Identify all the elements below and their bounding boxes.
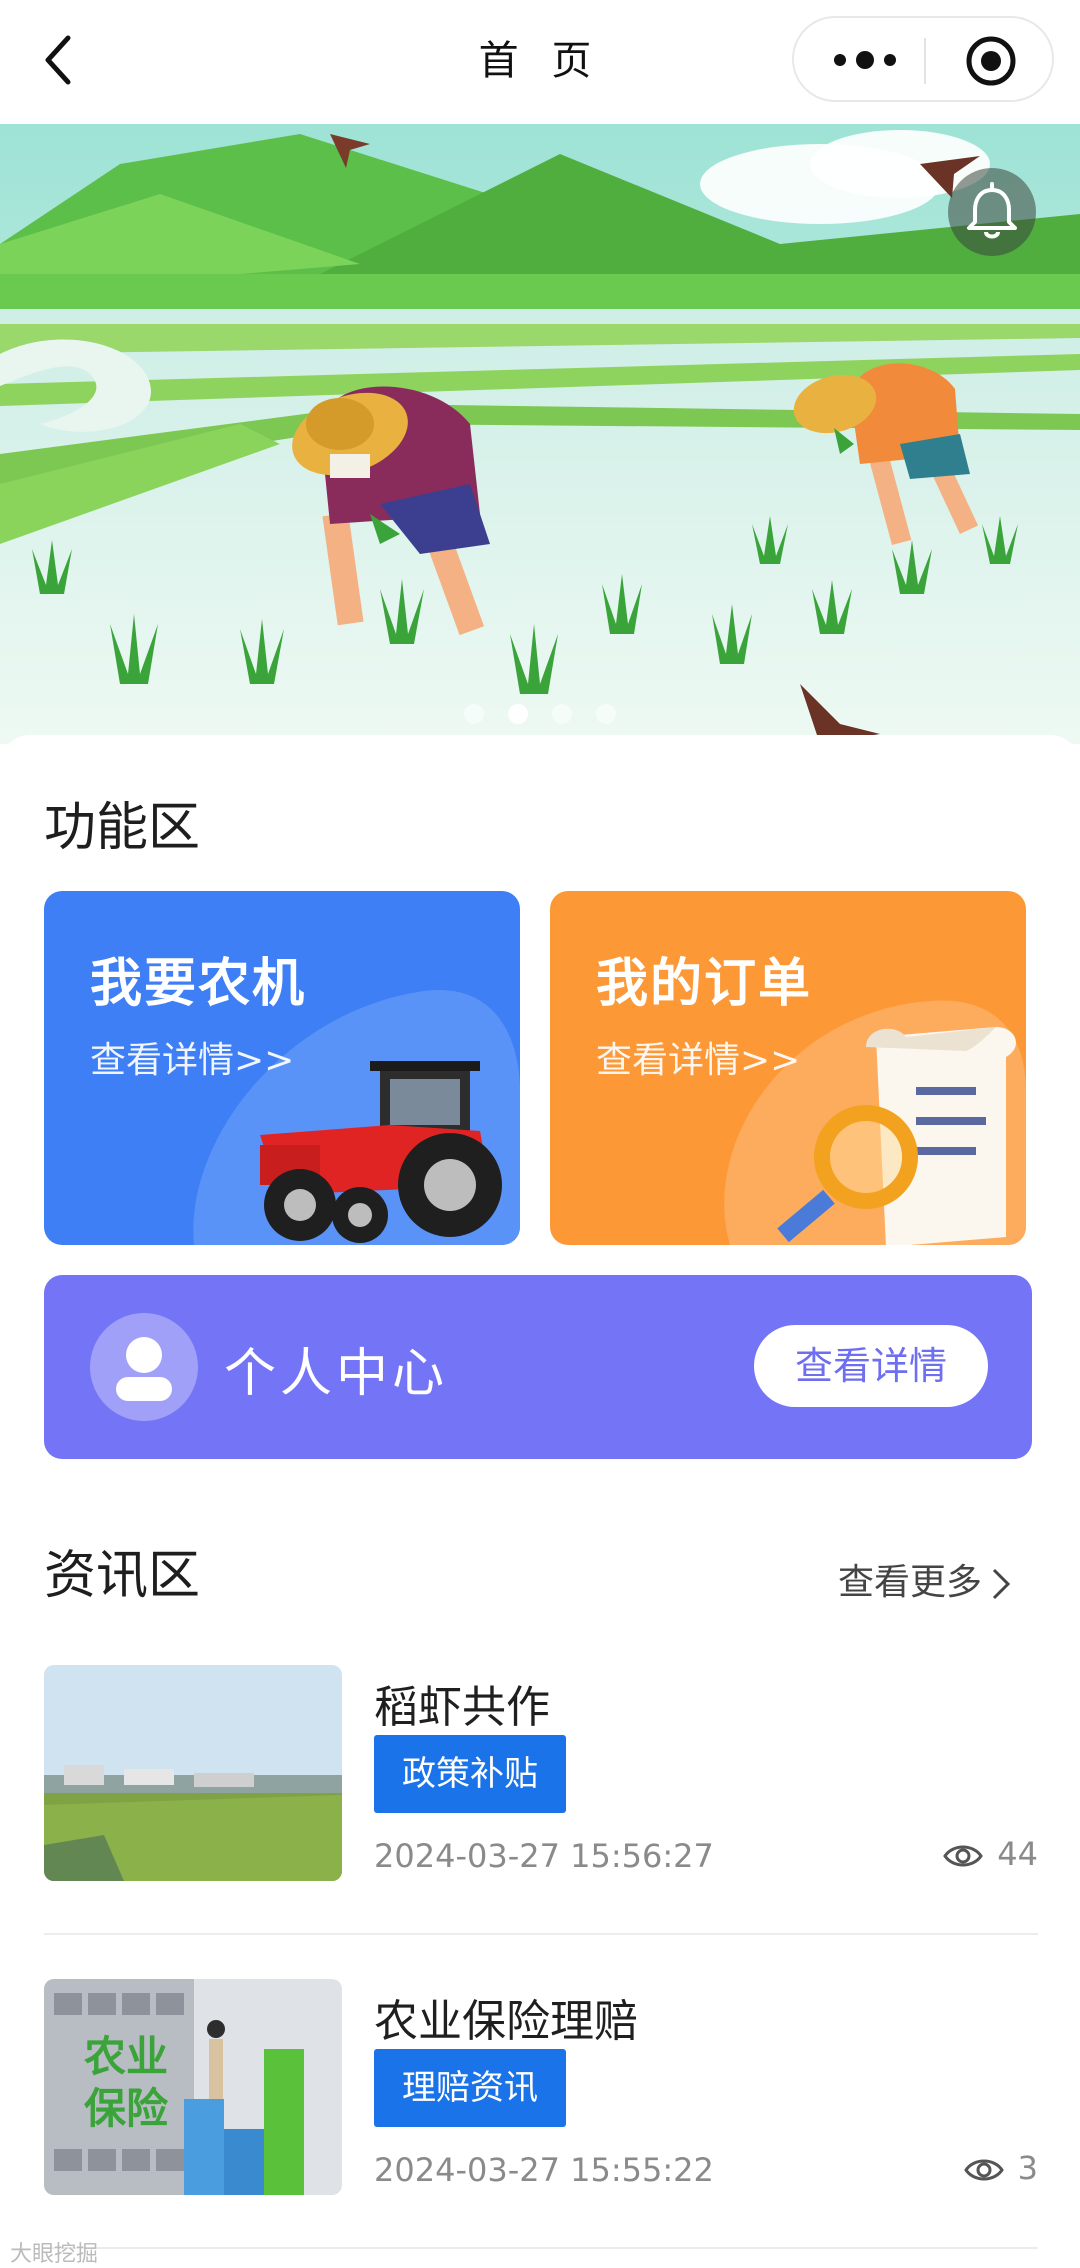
target-icon[interactable]	[964, 34, 1018, 88]
personal-center-card[interactable]: 个人中心 查看详情	[44, 1275, 1032, 1459]
carousel-dot-active[interactable]	[508, 704, 528, 724]
news-thumbnail	[44, 1665, 342, 1881]
personal-center-title: 个人中心	[224, 1344, 449, 1404]
eye-icon	[943, 1845, 984, 1867]
news-tag[interactable]: 理赔资讯	[374, 2049, 566, 2127]
watermark: 大眼挖掘	[10, 2242, 99, 2267]
order-scroll-icon	[777, 1027, 1017, 1245]
carousel-dot[interactable]	[552, 704, 572, 724]
view-details-button[interactable]: 查看详情	[754, 1325, 988, 1407]
capsule-divider	[924, 38, 926, 84]
news-tag[interactable]: 政策补贴	[374, 1735, 566, 1813]
view-more-label: 查看更多	[838, 1562, 983, 1603]
eye-icon	[963, 2159, 1004, 2181]
tractor-icon	[260, 1061, 502, 1243]
news-title: 农业保险理赔	[374, 1996, 638, 2047]
notification-button[interactable]	[948, 168, 1036, 256]
news-timestamp: 2024-03-27 15:56:27	[374, 1837, 714, 1875]
divider	[44, 2247, 1038, 2249]
view-count-value: 44	[997, 1835, 1038, 1873]
function-section-title: 功能区	[44, 798, 201, 858]
carousel-dot[interactable]	[596, 704, 616, 724]
more-dots-icon[interactable]	[830, 42, 900, 78]
news-thumbnail: 农业 保险	[44, 1979, 342, 2195]
news-timestamp: 2024-03-27 15:55:22	[374, 2151, 714, 2189]
navigation-bar: 首 页	[0, 0, 1080, 124]
carousel-dot[interactable]	[464, 704, 484, 724]
divider	[44, 1933, 1038, 1935]
mini-program-capsule	[792, 16, 1054, 102]
orders-card-title: 我的订单	[596, 954, 813, 1014]
news-section-title: 资讯区	[44, 1546, 201, 1606]
view-count-value: 3	[1017, 2149, 1038, 2187]
thumb-text-line2: 保险	[84, 2084, 169, 2133]
orders-card[interactable]: 我的订单 查看详情>>	[550, 891, 1026, 1245]
machinery-card-title: 我要农机	[90, 954, 307, 1014]
news-title: 稻虾共作	[374, 1682, 550, 1733]
chevron-right-icon	[992, 1568, 1011, 1600]
view-more-link[interactable]: 查看更多	[838, 1553, 1012, 1605]
news-view-count: 3	[963, 2149, 1038, 2187]
main-content: 功能区 我要农机 查看详情>> 我的订单 查看详情>> 个人中心 查看详情 资讯…	[0, 735, 1080, 2267]
news-item[interactable]: 农业 保险 农业保险理赔 理赔资讯 2024-03-27 15:55:22 3	[44, 1979, 1038, 2199]
avatar	[90, 1313, 198, 1421]
user-icon	[116, 1337, 172, 1401]
thumb-text-line1: 农业	[84, 2032, 168, 2081]
banner-illustration	[0, 124, 1080, 744]
banner-carousel[interactable]	[0, 124, 1080, 744]
news-view-count: 44	[943, 1835, 1038, 1873]
news-item[interactable]: 稻虾共作 政策补贴 2024-03-27 15:56:27 44	[44, 1665, 1038, 1885]
carousel-indicators	[0, 704, 1080, 728]
machinery-card[interactable]: 我要农机 查看详情>>	[44, 891, 520, 1245]
bell-icon	[967, 182, 1017, 239]
